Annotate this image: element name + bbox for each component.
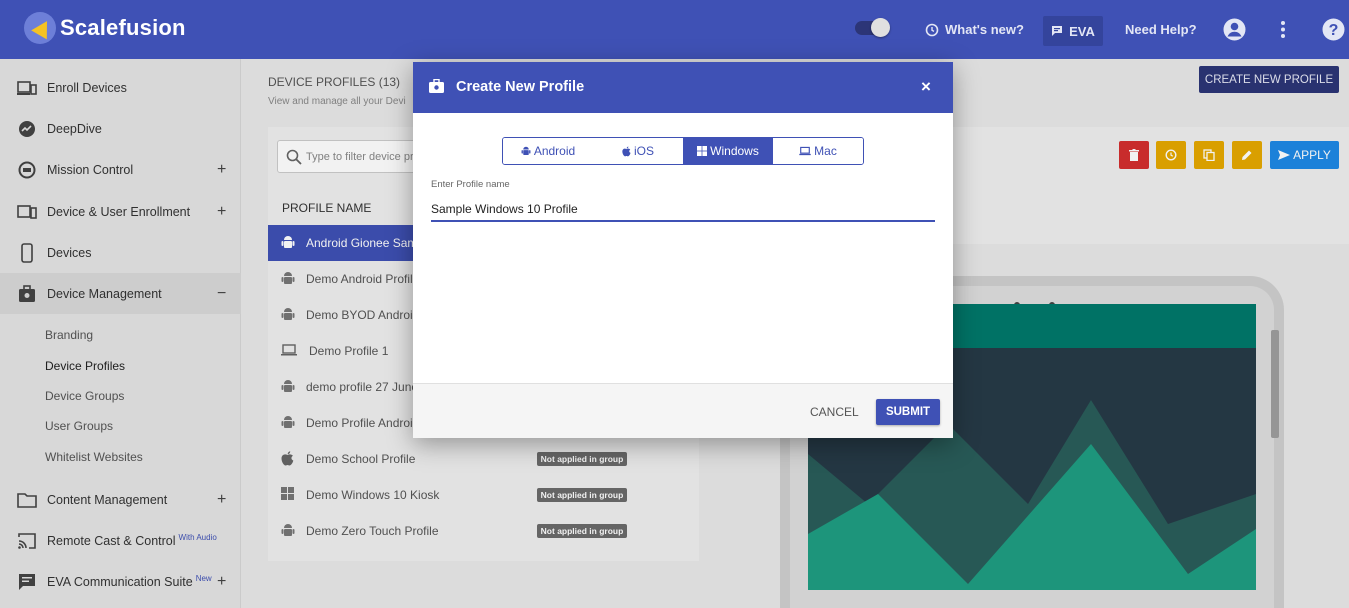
tab-label: Windows (710, 144, 759, 158)
submit-button[interactable]: SUBMIT (876, 399, 940, 425)
tab-windows[interactable]: Windows (683, 138, 773, 164)
dialog-header: Create New Profile × (413, 62, 953, 113)
theme-toggle[interactable] (855, 18, 890, 37)
more-vert-icon[interactable] (1280, 18, 1286, 41)
need-help-link[interactable]: Need Help? (1125, 0, 1197, 59)
tab-label: iOS (633, 144, 654, 158)
tab-ios[interactable]: iOS (593, 138, 683, 164)
windows-icon (697, 146, 708, 156)
tab-mac[interactable]: Mac (773, 138, 863, 164)
clock-icon (925, 23, 939, 36)
profile-icon (429, 79, 444, 93)
tab-label: Android (533, 144, 576, 158)
message-icon (1052, 26, 1063, 36)
tab-android[interactable]: Android (503, 138, 593, 164)
logo-icon (24, 12, 56, 44)
laptop-icon (799, 146, 811, 156)
whats-new-link[interactable]: What's new? (925, 0, 1024, 59)
app-logo[interactable]: Scalefusion (24, 12, 186, 44)
apple-icon (622, 146, 631, 156)
cancel-button[interactable]: CANCEL (810, 405, 859, 419)
whats-new-label: What's new? (945, 22, 1024, 37)
account-icon[interactable] (1223, 18, 1246, 41)
eva-label: EVA (1069, 23, 1095, 39)
tab-label: Mac (814, 144, 837, 158)
android-icon (521, 146, 531, 155)
os-tab-group: Android iOS Windows Mac (502, 137, 864, 165)
eva-button[interactable]: EVA (1043, 16, 1103, 46)
dialog-title: Create New Profile (456, 79, 585, 95)
help-icon[interactable]: ? (1322, 18, 1345, 41)
close-icon[interactable]: × (921, 77, 931, 97)
need-help-label: Need Help? (1125, 22, 1197, 37)
profile-name-input[interactable] (431, 197, 935, 222)
svg-text:?: ? (1329, 22, 1339, 39)
create-profile-dialog: Create New Profile × Android iOS Windows… (413, 62, 953, 438)
top-bar: Scalefusion What's new? EVA Need Help? ? (0, 0, 1349, 59)
profile-name-label: Enter Profile name (431, 179, 510, 190)
dialog-footer: CANCEL SUBMIT (413, 383, 953, 438)
app-name: Scalefusion (60, 15, 186, 40)
